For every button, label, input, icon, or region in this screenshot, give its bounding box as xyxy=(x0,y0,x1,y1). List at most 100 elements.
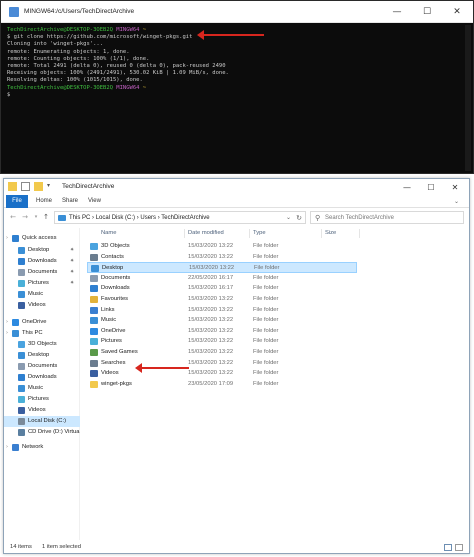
table-row[interactable]: Links 15/03/2020 13:22 File folder xyxy=(87,305,357,316)
table-row[interactable]: Saved Games 15/03/2020 13:22 File folder xyxy=(87,347,357,358)
recent-locations-button[interactable]: ▾ xyxy=(31,212,41,222)
search-input[interactable]: ⚲ Search TechDirectArchive xyxy=(310,211,464,224)
table-row[interactable]: Downloads 15/03/2020 16:17 File folder xyxy=(87,283,357,294)
terminal-scrollbar[interactable] xyxy=(465,25,471,171)
navigation-pane[interactable]: › Quick access Desktop ✷ Downloads ✷ Documents… xyxy=(4,228,80,540)
sidebar-item-downloads[interactable]: Downloads ✷ xyxy=(4,256,80,267)
sidebar-item-onedrive[interactable]: › OneDrive xyxy=(4,317,80,328)
sidebar-item-pictures[interactable]: Pictures xyxy=(4,394,80,405)
breadcrumb[interactable]: This PC › Local Disk (C:) › Users › Tech… xyxy=(69,215,210,221)
file-type: File folder xyxy=(253,243,279,249)
sidebar-item-videos[interactable]: Videos xyxy=(4,300,80,311)
back-button[interactable]: ← xyxy=(8,212,18,222)
maximize-button[interactable]: ☐ xyxy=(419,179,443,195)
terminal-title-bar[interactable]: MINGW64:/c/Users/TechDirectArchive — ☐ ✕ xyxy=(1,1,473,23)
column-divider[interactable] xyxy=(184,229,185,238)
column-header-date[interactable]: Date modified xyxy=(188,228,224,239)
sidebar-item-downloads[interactable]: Downloads xyxy=(4,372,80,383)
column-divider[interactable] xyxy=(321,229,322,238)
documents-icon xyxy=(18,269,25,276)
prompt-user: TechDirectArchive@DESKTOP-3OEB2Q xyxy=(7,84,113,91)
sidebar-item-documents[interactable]: Documents ✷ xyxy=(4,267,80,278)
breadcrumb-local-disk[interactable]: Local Disk (C:) xyxy=(96,215,135,221)
3d-objects-icon xyxy=(18,341,25,348)
terminal-output[interactable]: TechDirectArchive@DESKTOP-3OEB2Q MINGW64… xyxy=(7,27,447,99)
table-row[interactable]: winget-pkgs 23/05/2020 17:09 File folder xyxy=(87,379,357,390)
customize-toolbar-icon[interactable]: ▾ xyxy=(47,182,56,191)
sidebar-item-desktop[interactable]: Desktop xyxy=(4,350,80,361)
table-row[interactable]: OneDrive 15/03/2020 13:22 File folder xyxy=(87,326,357,337)
tab-home[interactable]: Home xyxy=(30,195,58,208)
file-name: Pictures xyxy=(101,338,122,345)
tab-share[interactable]: Share xyxy=(56,195,84,208)
sidebar-item-3d-objects[interactable]: 3D Objects xyxy=(4,339,80,350)
sidebar-item-desktop[interactable]: Desktop ✷ xyxy=(4,245,80,256)
table-row[interactable]: Documents 22/05/2020 16:17 File folder xyxy=(87,273,357,284)
sidebar-item-music[interactable]: Music xyxy=(4,289,80,300)
table-row[interactable]: Searches 15/03/2020 13:22 File folder xyxy=(87,358,357,369)
breadcrumb-this-pc[interactable]: This PC xyxy=(69,215,90,221)
table-row[interactable]: Videos 15/03/2020 13:22 File folder xyxy=(87,368,357,379)
address-dropdown-icon[interactable]: ⌄ xyxy=(286,214,291,221)
minimize-button[interactable]: — xyxy=(395,179,419,195)
minimize-button[interactable]: — xyxy=(383,1,411,23)
close-button[interactable]: ✕ xyxy=(443,1,471,23)
sidebar-item-local-disk-c[interactable]: Local Disk (C:) xyxy=(4,416,80,427)
large-icons-view-icon[interactable] xyxy=(455,544,463,551)
expand-chevron-icon[interactable]: › xyxy=(6,442,8,453)
column-divider[interactable] xyxy=(249,229,250,238)
forward-button[interactable]: → xyxy=(20,212,30,222)
table-row[interactable]: Music 15/03/2020 13:22 File folder xyxy=(87,315,357,326)
sidebar-item-network[interactable]: › Network xyxy=(4,442,80,453)
tab-view[interactable]: View xyxy=(82,195,107,208)
terminal-window[interactable]: MINGW64:/c/Users/TechDirectArchive — ☐ ✕… xyxy=(0,0,474,174)
sidebar-item-this-pc[interactable]: › This PC xyxy=(4,328,80,339)
sidebar-item-label: Downloads xyxy=(28,258,57,264)
column-divider[interactable] xyxy=(359,229,360,238)
breadcrumb-user-folder[interactable]: TechDirectArchive xyxy=(161,215,209,221)
file-name: Music xyxy=(101,317,117,324)
table-row[interactable]: Pictures 15/03/2020 13:22 File folder xyxy=(87,336,357,347)
favourites-icon xyxy=(90,296,98,303)
tab-file[interactable]: File xyxy=(6,195,28,208)
expand-chevron-icon[interactable]: › xyxy=(6,233,8,244)
table-row[interactable]: Favourites 15/03/2020 13:22 File folder xyxy=(87,294,357,305)
column-header-name[interactable]: Name xyxy=(101,228,116,239)
sidebar-item-label: Pictures xyxy=(28,396,49,402)
refresh-icon[interactable]: ↻ xyxy=(296,214,302,222)
videos-icon xyxy=(18,407,25,414)
table-row[interactable]: Contacts 15/03/2020 13:22 File folder xyxy=(87,252,357,263)
expand-chevron-icon[interactable]: › xyxy=(6,328,8,339)
expand-ribbon-icon[interactable]: ⌄ xyxy=(448,195,465,208)
breadcrumb-users[interactable]: Users xyxy=(140,215,156,221)
sidebar-item-cd-drive-d-virtua[interactable]: CD Drive (D:) Virtua xyxy=(4,427,80,438)
sidebar-item-videos[interactable]: Videos xyxy=(4,405,80,416)
explorer-title-bar[interactable]: ▾ TechDirectArchive — ☐ ✕ xyxy=(4,179,469,195)
git-bash-icon xyxy=(9,7,19,17)
up-button[interactable]: ↑ xyxy=(41,212,51,222)
file-explorer-window[interactable]: ▾ TechDirectArchive — ☐ ✕ File Home Shar… xyxy=(3,178,470,554)
column-header-size[interactable]: Size xyxy=(325,228,336,239)
details-view-icon[interactable] xyxy=(444,544,452,551)
desktop-icon xyxy=(18,352,25,359)
sidebar-item-label: This PC xyxy=(22,330,43,336)
table-row[interactable]: Desktop 15/03/2020 13:22 File folder xyxy=(87,262,357,273)
prompt-path: ~ xyxy=(142,27,147,33)
maximize-button[interactable]: ☐ xyxy=(413,1,441,23)
sidebar-item-pictures[interactable]: Pictures ✷ xyxy=(4,278,80,289)
close-button[interactable]: ✕ xyxy=(443,179,467,195)
properties-icon[interactable] xyxy=(21,182,30,191)
column-header-type[interactable]: Type xyxy=(253,228,266,239)
pictures-icon xyxy=(18,280,25,287)
expand-chevron-icon[interactable]: › xyxy=(6,317,8,328)
file-type: File folder xyxy=(253,349,279,355)
file-name: Links xyxy=(101,306,115,313)
downloads-icon xyxy=(18,258,25,265)
file-list[interactable]: Name Date modified Type Size 3D Objects 1… xyxy=(84,228,470,540)
sidebar-item-documents[interactable]: Documents xyxy=(4,361,80,372)
new-folder-icon[interactable] xyxy=(34,182,43,191)
sidebar-item-music[interactable]: Music xyxy=(4,383,80,394)
sidebar-item-quick-access[interactable]: › Quick access xyxy=(4,233,80,244)
table-row[interactable]: 3D Objects 15/03/2020 13:22 File folder xyxy=(87,241,357,252)
address-bar[interactable]: This PC › Local Disk (C:) › Users › Tech… xyxy=(54,211,306,224)
